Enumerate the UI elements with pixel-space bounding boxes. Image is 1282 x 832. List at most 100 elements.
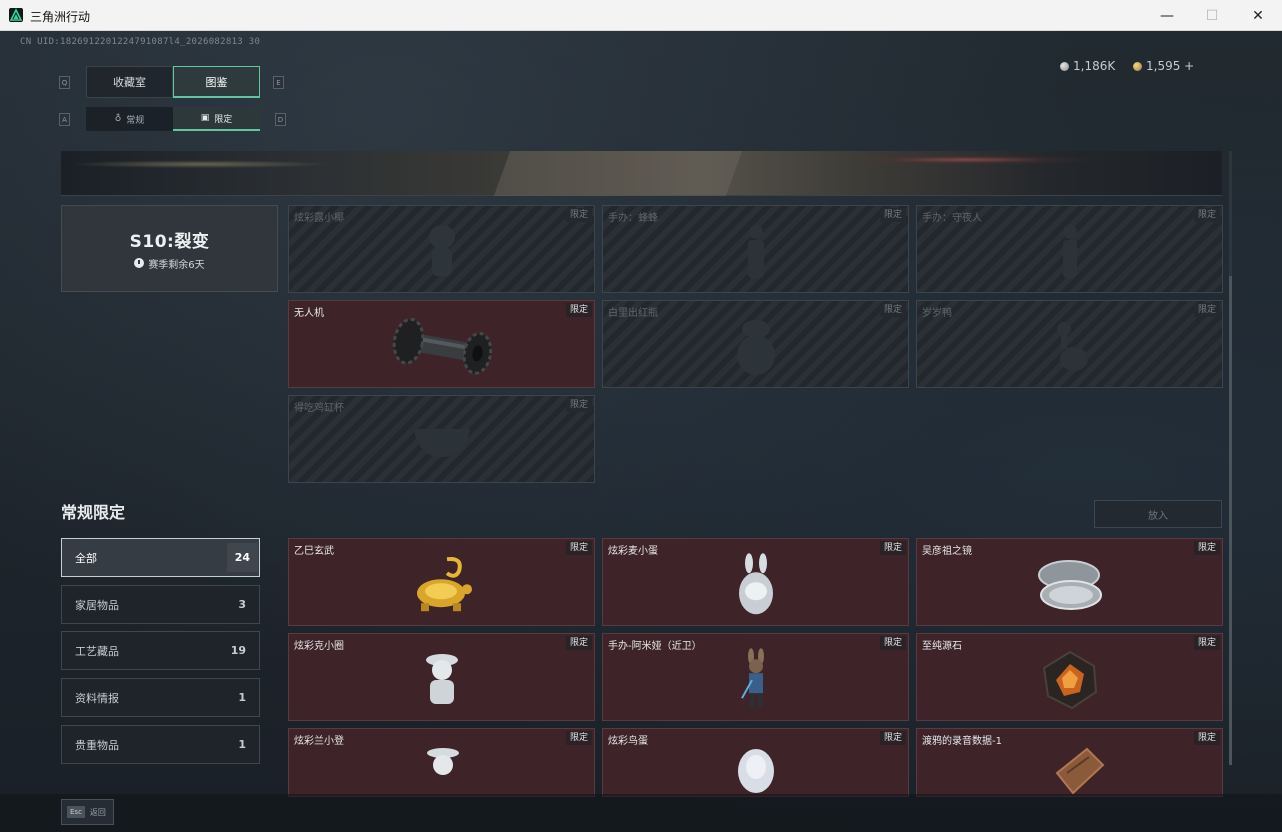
- figure-silhouette-icon: [1062, 225, 1077, 278]
- scrollbar-thumb[interactable]: [1229, 276, 1232, 765]
- category-crafts[interactable]: 工艺藏品 19: [61, 631, 260, 670]
- limited-tag: 限定: [879, 731, 906, 745]
- limited-tag: 限定: [565, 208, 592, 222]
- window-title: 三角洲行动: [30, 10, 91, 24]
- category-home-items[interactable]: 家居物品 3: [61, 585, 260, 624]
- tab-catalog[interactable]: 图鉴: [173, 66, 260, 98]
- item-card-owned[interactable]: 无人机 限定: [288, 300, 595, 388]
- item-card-owned[interactable]: 手办-阿米娅（近卫） 限定: [602, 633, 909, 721]
- figure-silhouette-icon: [747, 225, 764, 278]
- limited-tag: 限定: [565, 541, 592, 555]
- item-card[interactable]: 手办：守夜人 限定: [916, 205, 1223, 293]
- uid-text: CN UID:1826912201224791087l4_2026082813 …: [20, 37, 261, 47]
- limited-tag: 限定: [1193, 731, 1220, 745]
- item-name: 手办-阿米娅（近卫）: [608, 641, 702, 652]
- item-card[interactable]: 炫彩露小椰 限定: [288, 205, 595, 293]
- item-name: 渡鸦的录音数据-1: [922, 736, 1002, 747]
- category-count: 19: [230, 644, 246, 657]
- item-name: 炫彩麦小蛋: [608, 546, 658, 557]
- cup-silhouette-icon: [413, 429, 470, 457]
- category-count: 1: [238, 691, 246, 704]
- figure-silhouette-icon: [428, 225, 455, 276]
- season-info-panel: S10:裂变 赛季剩余6天: [61, 205, 278, 292]
- item-card-owned[interactable]: 乙巳玄武 限定: [288, 538, 595, 626]
- tab-regular[interactable]: ♁ 常规: [86, 107, 173, 131]
- currency-gold-value: 1,595 +: [1146, 59, 1195, 73]
- category-intel[interactable]: 资料情报 1: [61, 678, 260, 717]
- back-label: 返回: [89, 807, 106, 817]
- bunny-egg-icon: [738, 553, 773, 615]
- limited-tag: 限定: [565, 731, 592, 745]
- currency-silver-value: 1,186K: [1073, 59, 1116, 73]
- limited-tag: 限定: [1193, 303, 1220, 317]
- vase-silhouette-icon: [736, 320, 775, 375]
- limited-tag: 限定: [879, 303, 906, 317]
- window-titlebar: 三角洲行动 — ☐ ✕: [0, 0, 1282, 31]
- item-card[interactable]: 岁岁鸭 限定: [916, 300, 1223, 388]
- clock-icon: [134, 258, 145, 268]
- limited-tag: 限定: [565, 636, 592, 650]
- season-banner-image: [61, 151, 1222, 196]
- limited-tag: 限定: [1193, 208, 1220, 222]
- currency-silver: 1,186K: [1060, 59, 1115, 73]
- item-name: 至纯源石: [922, 641, 962, 652]
- item-card-owned[interactable]: 炫彩克小圈 限定: [288, 633, 595, 721]
- limited-tab-icon: ▣: [200, 113, 210, 123]
- item-card-owned[interactable]: 炫彩麦小蛋 限定: [602, 538, 909, 626]
- close-button[interactable]: ✕: [1235, 0, 1281, 31]
- bottom-bar: [0, 794, 1282, 832]
- app-logo-icon: [9, 8, 23, 22]
- gold-coin-icon: [1133, 61, 1142, 71]
- currency-gold[interactable]: 1,595 +: [1133, 59, 1194, 73]
- item-card-owned[interactable]: 吴彦祖之镜 限定: [916, 538, 1223, 626]
- category-count: 3: [238, 598, 246, 611]
- item-card-owned[interactable]: 炫彩鸟蛋 限定: [602, 728, 909, 797]
- item-name: 手办：蜂蜂: [608, 213, 658, 224]
- white-figure-icon: [427, 748, 459, 775]
- key-hint-e: E: [273, 76, 284, 89]
- item-name: 炫彩兰小登: [294, 736, 344, 747]
- recording-device-icon: [1055, 747, 1105, 795]
- item-name: 手办：守夜人: [922, 213, 982, 224]
- gold-turtle-snake-icon: [416, 556, 472, 612]
- game-viewport: CN UID:1826912201224791087l4_2026082813 …: [0, 31, 1282, 832]
- category-label: 工艺藏品: [75, 644, 119, 658]
- item-name: 乙巳玄武: [294, 546, 334, 557]
- item-card-owned[interactable]: 渡鸦的录音数据-1 限定: [916, 728, 1223, 797]
- category-count: 24: [226, 543, 258, 572]
- limited-tag: 限定: [879, 208, 906, 222]
- put-in-button[interactable]: 放入: [1094, 500, 1222, 528]
- category-valuables[interactable]: 贵重物品 1: [61, 725, 260, 764]
- section-title-regular-limited: 常规限定: [61, 503, 126, 522]
- category-label: 全部: [75, 551, 97, 565]
- item-card[interactable]: 得吃鸡缸杯 限定: [288, 395, 595, 483]
- tab-limited[interactable]: ▣ 限定: [173, 107, 260, 131]
- category-count: 1: [238, 738, 246, 751]
- bird-egg-icon: [738, 749, 774, 793]
- limited-tag: 限定: [879, 636, 906, 650]
- white-figure-icon: [425, 654, 458, 704]
- limited-tag: 限定: [1193, 541, 1220, 555]
- category-label: 家居物品: [75, 598, 119, 612]
- item-name: 得吃鸡缸杯: [294, 403, 344, 414]
- category-all[interactable]: 全部 24: [61, 538, 260, 577]
- minimize-button[interactable]: —: [1144, 0, 1190, 31]
- key-hint-a: A: [59, 113, 70, 126]
- compact-mirror-icon: [1037, 560, 1102, 610]
- item-card-owned[interactable]: 至纯源石 限定: [916, 633, 1223, 721]
- back-button[interactable]: Esc 返回: [61, 799, 114, 825]
- tab-limited-label: 限定: [214, 114, 233, 125]
- item-name: 炫彩露小椰: [294, 213, 344, 224]
- limited-tag: 限定: [565, 398, 592, 412]
- maximize-button[interactable]: ☐: [1189, 0, 1235, 31]
- category-label: 资料情报: [75, 691, 119, 705]
- silver-coin-icon: [1060, 61, 1069, 71]
- tab-regular-label: 常规: [126, 115, 145, 126]
- tab-collection-room[interactable]: 收藏室: [86, 66, 173, 98]
- item-card[interactable]: 白里出红瓶 限定: [602, 300, 909, 388]
- item-name: 炫彩鸟蛋: [608, 736, 648, 747]
- season-remaining: 赛季剩余6天: [134, 256, 205, 271]
- item-card[interactable]: 手办：蜂蜂 限定: [602, 205, 909, 293]
- item-card-owned[interactable]: 炫彩兰小登 限定: [288, 728, 595, 797]
- regular-tab-icon: ♁: [114, 114, 122, 124]
